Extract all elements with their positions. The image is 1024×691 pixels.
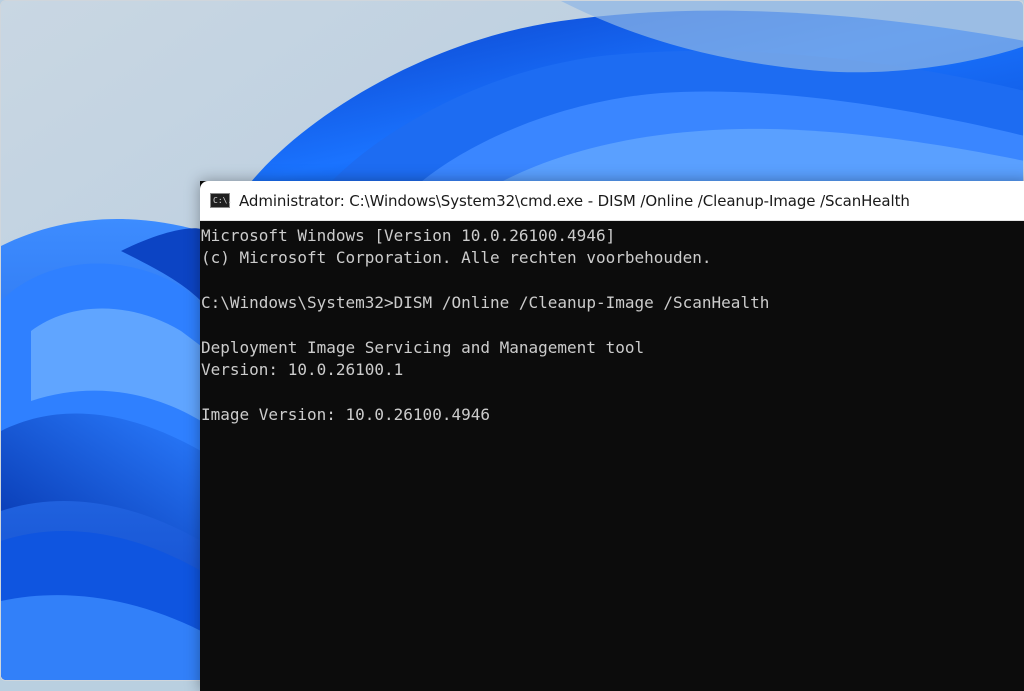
window-title: Administrator: C:\Windows\System32\cmd.e… [239, 191, 910, 210]
cmd-icon[interactable]: C:\. [210, 193, 232, 208]
console-line: Deployment Image Servicing and Managemen… [201, 337, 645, 357]
console-line: (c) Microsoft Corporation. Alle rechten … [201, 248, 712, 268]
title-bar[interactable]: C:\. Administrator: C:\Windows\System32\… [200, 181, 1024, 221]
console-command-line: C:\Windows\System32>DISM /Online /Cleanu… [201, 293, 770, 313]
console-line: Microsoft Windows [Version 10.0.26100.49… [201, 226, 616, 245]
console-line: Version: 10.0.26100.1 [201, 360, 404, 380]
command-prompt-window[interactable]: C:\. Administrator: C:\Windows\System32\… [200, 181, 1024, 691]
console-output[interactable]: Microsoft Windows [Version 10.0.26100.49… [200, 221, 1024, 691]
console-line: Image Version: 10.0.26100.4946 [201, 405, 490, 425]
